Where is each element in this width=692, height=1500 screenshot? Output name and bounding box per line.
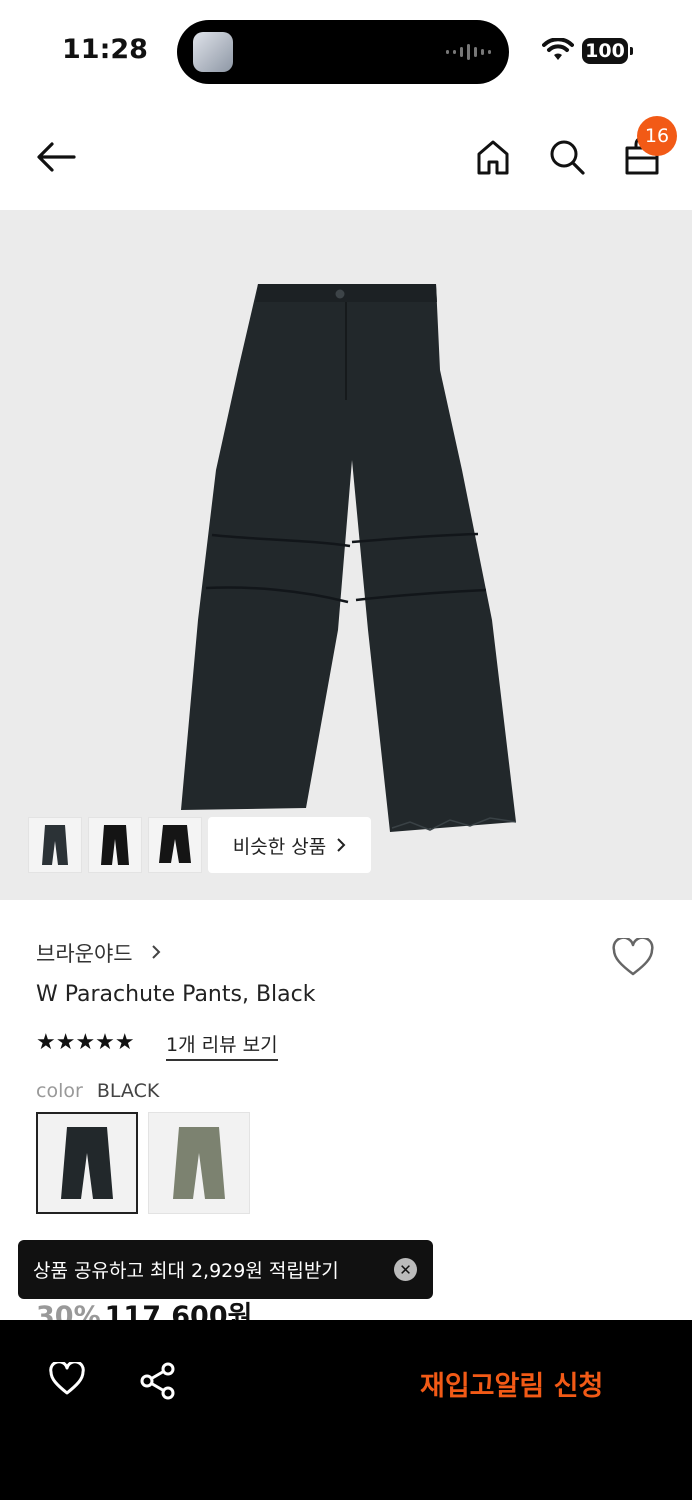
heart-icon[interactable] — [48, 1362, 86, 1396]
wifi-icon — [542, 38, 574, 60]
review-link[interactable]: 1개 리뷰 보기 — [166, 1030, 278, 1061]
color-label: color — [36, 1080, 83, 1102]
status-time: 11:28 — [62, 34, 148, 65]
search-icon[interactable] — [548, 138, 586, 176]
share-reward-toast: 상품 공유하고 최대 2,929원 적립받기 ✕ — [18, 1240, 433, 1299]
product-image[interactable] — [0, 210, 692, 900]
share-icon[interactable] — [138, 1362, 178, 1400]
bottom-action-bar: 재입고알림 신청 — [0, 1320, 692, 1500]
pants-image — [181, 284, 517, 832]
thumbnail-strip — [28, 817, 202, 873]
cart-count-badge: 16 — [637, 116, 677, 156]
status-bar: 11:28 100 — [0, 0, 692, 100]
color-swatch-khaki[interactable] — [148, 1112, 250, 1214]
similar-products-label: 비슷한 상품 — [232, 835, 327, 858]
home-icon[interactable] — [475, 138, 511, 176]
chevron-right-icon — [337, 838, 346, 852]
rating-stars: ★★★★★ — [36, 1030, 135, 1055]
battery-indicator: 100 — [582, 38, 633, 64]
similar-products-button[interactable]: 비슷한 상품 — [208, 817, 371, 873]
thumbnail-2[interactable] — [88, 817, 142, 873]
top-nav — [0, 100, 692, 210]
audio-wave-icon — [446, 44, 491, 60]
color-row: color BLACK — [36, 1080, 159, 1102]
close-icon[interactable]: ✕ — [394, 1258, 417, 1281]
thumbnail-1[interactable] — [28, 817, 82, 873]
selected-color: BLACK — [96, 1080, 160, 1102]
color-swatch-black[interactable] — [36, 1112, 138, 1214]
restock-alert-button[interactable]: 재입고알림 신청 — [420, 1364, 603, 1403]
brand-link[interactable]: 브라운야드 — [36, 938, 133, 968]
wishlist-heart-icon[interactable] — [611, 938, 655, 978]
dynamic-island — [177, 20, 509, 84]
now-playing-art — [193, 32, 233, 72]
chevron-right-icon — [152, 945, 161, 959]
thumbnail-3[interactable] — [148, 817, 202, 873]
toast-message: 상품 공유하고 최대 2,929원 적립받기 — [33, 1260, 339, 1282]
product-name: W Parachute Pants, Black — [36, 982, 316, 1007]
product-detail-page: 11:28 100 16 비슷한 상품 브라운야드 W Parachute Pa… — [0, 0, 692, 1500]
back-arrow-icon[interactable] — [34, 140, 78, 174]
